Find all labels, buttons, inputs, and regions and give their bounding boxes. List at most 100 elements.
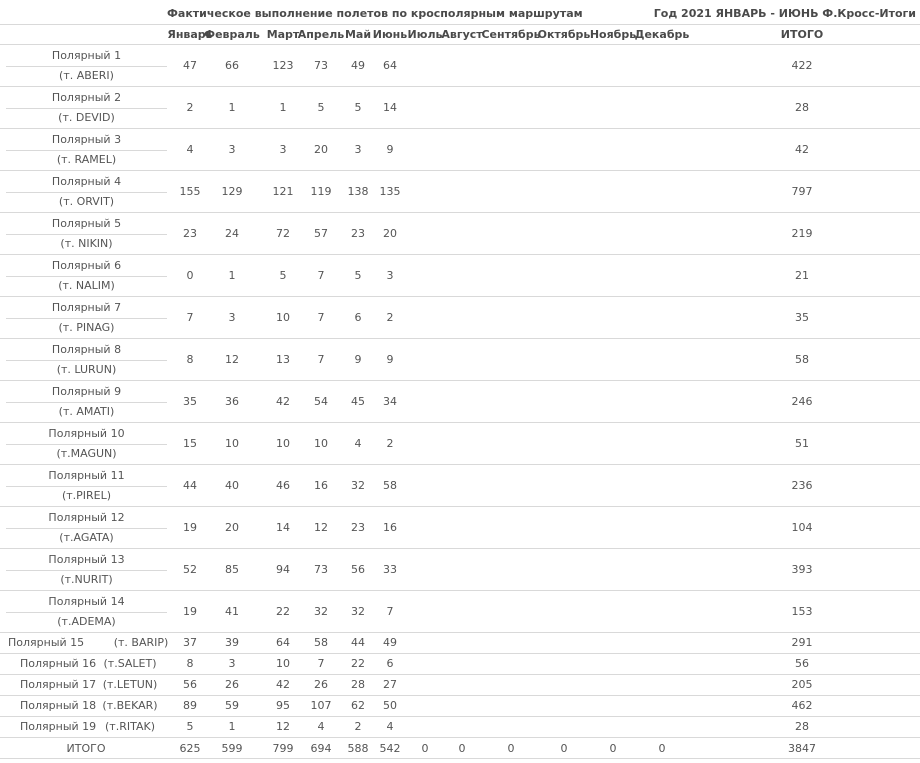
row-total: 51 [795, 437, 809, 450]
month-value: 7 [317, 657, 325, 670]
route-code: (т.SALET) [103, 657, 157, 670]
table-row: Полярный 2 (т. DEVID) 2 1 1 5 5 14 28 [0, 87, 920, 129]
table-row: Полярный 7 (т. PINAG) 7 3 10 7 6 2 35 [0, 297, 920, 339]
month-value: 56 [351, 563, 365, 576]
month-value: 73 [314, 563, 328, 576]
month-value: 2 [354, 720, 362, 733]
month-value: 10 [276, 437, 290, 450]
row-total: 205 [791, 678, 813, 691]
route-name: Полярный 18 [20, 699, 97, 712]
column-header: Декабрь [634, 28, 690, 41]
month-value: 7 [317, 353, 325, 366]
row-total: 104 [791, 521, 813, 534]
table-row: Полярный 14 (т.ADEMA) 19 41 22 32 32 7 153 [0, 591, 920, 633]
month-value: 20 [314, 143, 328, 156]
column-header: Ноябрь [589, 28, 637, 41]
month-value: 42 [276, 395, 290, 408]
month-value: 5 [317, 101, 325, 114]
month-value: 8 [186, 353, 194, 366]
route-code: (т. RAMEL) [56, 153, 117, 166]
route-code: (т. ABERI) [59, 69, 114, 82]
month-value: 0 [186, 269, 194, 282]
row-total: 42 [795, 143, 809, 156]
month-total: 694 [310, 742, 332, 755]
month-value: 14 [276, 521, 290, 534]
totals-label: ИТОГО [66, 742, 106, 755]
month-value: 39 [225, 636, 239, 649]
column-header: Февраль [204, 28, 260, 41]
month-value: 2 [386, 311, 394, 324]
column-header: Июль [407, 28, 443, 41]
month-value: 16 [314, 479, 328, 492]
month-value: 35 [183, 395, 197, 408]
row-total: 246 [791, 395, 813, 408]
month-value: 5 [279, 269, 287, 282]
route-name: Полярный 19 [20, 720, 97, 733]
month-value: 5 [354, 101, 362, 114]
month-value: 9 [354, 353, 362, 366]
table-row: Полярный 18 (т.BEKAR) 89 59 95 107 62 50 462 [0, 696, 920, 717]
report-title: Фактическое выполнение полетов по кроспо… [167, 7, 583, 20]
month-value: 10 [276, 657, 290, 670]
report-page: Фактическое выполнение полетов по кроспо… [0, 0, 920, 763]
table-row: Полярный 9 (т. AMATI) 35 36 42 54 45 34 246 [0, 381, 920, 423]
route-name: Полярный 2 [6, 87, 167, 109]
month-total: 0 [507, 742, 515, 755]
month-value: 12 [225, 353, 239, 366]
month-value: 20 [383, 227, 397, 240]
route-name: Полярный 17 [20, 678, 97, 691]
month-value: 89 [183, 699, 197, 712]
month-value: 32 [314, 605, 328, 618]
month-value: 3 [354, 143, 362, 156]
month-value: 4 [186, 143, 194, 156]
month-value: 4 [386, 720, 394, 733]
column-header: Сентябрь [481, 28, 541, 41]
row-total: 462 [791, 699, 813, 712]
route-name: Полярный 8 [6, 339, 167, 361]
month-value: 10 [225, 437, 239, 450]
month-value: 10 [276, 311, 290, 324]
row-total: 393 [791, 563, 813, 576]
month-value: 23 [351, 521, 365, 534]
route-code: (т.NURIT) [60, 573, 113, 586]
month-value: 1 [228, 720, 236, 733]
month-value: 26 [225, 678, 239, 691]
month-value: 3 [279, 143, 287, 156]
route-name: Полярный 11 [6, 465, 167, 487]
month-value: 1 [228, 269, 236, 282]
month-value: 138 [347, 185, 369, 198]
month-value: 9 [386, 353, 394, 366]
route-code: (т.ADEMA) [57, 615, 116, 628]
month-value: 20 [225, 521, 239, 534]
month-value: 28 [351, 678, 365, 691]
row-total: 236 [791, 479, 813, 492]
column-header: Май [344, 28, 372, 41]
month-value: 13 [276, 353, 290, 366]
month-value: 24 [225, 227, 239, 240]
month-value: 73 [314, 59, 328, 72]
table-row: Полярный 10 (т.MAGUN) 15 10 10 10 4 2 51 [0, 423, 920, 465]
month-value: 54 [314, 395, 328, 408]
month-value: 8 [186, 657, 194, 670]
route-name: Полярный 16 [20, 657, 97, 670]
table-row: Полярный 15 (т. BARIP) 37 39 64 58 44 49 291 [0, 633, 920, 654]
totals-row: ИТОГО 625 599 799 694 588 542 0 0 0 0 0 0 3847 [0, 738, 920, 759]
month-value: 64 [276, 636, 290, 649]
table-row: Полярный 4 (т. ORVIT) 155 129 121 119 138 135 79… [0, 171, 920, 213]
month-value: 44 [183, 479, 197, 492]
month-value: 155 [179, 185, 201, 198]
month-value: 34 [383, 395, 397, 408]
month-value: 94 [276, 563, 290, 576]
route-code: (т. NALIM) [58, 279, 115, 292]
route-name: Полярный 7 [6, 297, 167, 319]
month-value: 45 [351, 395, 365, 408]
month-value: 2 [186, 101, 194, 114]
month-value: 3 [228, 143, 236, 156]
month-value: 26 [314, 678, 328, 691]
month-value: 10 [314, 437, 328, 450]
route-name: Полярный 1 [6, 45, 167, 67]
month-total: 0 [421, 742, 429, 755]
route-code: (т. DEVID) [58, 111, 115, 124]
month-total: 588 [347, 742, 369, 755]
month-value: 46 [276, 479, 290, 492]
